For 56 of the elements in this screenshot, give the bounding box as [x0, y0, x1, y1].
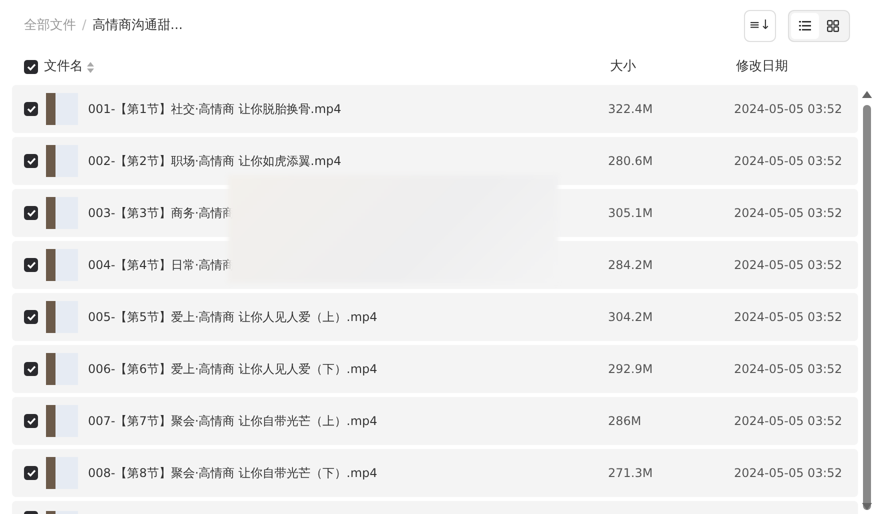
- video-thumbnail: [46, 353, 78, 385]
- modified-date: 2024-05-05 03:52: [734, 101, 842, 118]
- checkbox[interactable]: [24, 258, 38, 272]
- file-size: 292.9M: [608, 361, 654, 378]
- modified-date: 2024-05-05 03:52: [734, 309, 842, 326]
- checkbox[interactable]: [24, 60, 38, 74]
- checkbox[interactable]: [24, 154, 38, 168]
- file-row[interactable]: 002-【第2节】职场·高情商 让你如虎添翼.mp4 280.6M 2024-05-05 03:52: [12, 137, 858, 185]
- file-row[interactable]: 001-【第1节】社交·高情商 让你脱胎换骨.mp4 322.4M 2024-05-05 03:52: [12, 85, 858, 133]
- modified-date: 2024-05-05 03:52: [734, 153, 842, 170]
- checkbox[interactable]: [24, 466, 38, 480]
- file-row[interactable]: 008-【第8节】聚会·高情商 让你自带光芒（下）.mp4 271.3M 2024-05-05 03:52: [12, 449, 858, 497]
- scroll-down-icon[interactable]: [862, 503, 872, 510]
- file-size: 284.2M: [608, 257, 654, 274]
- file-size: 305.1M: [608, 205, 654, 222]
- file-name: 002-【第2节】职场·高情商 让你如虎添翼.mp4: [88, 153, 342, 170]
- video-thumbnail: [46, 93, 78, 125]
- file-row[interactable]: 007-【第7节】聚会·高情商 让你自带光芒（上）.mp4 286M 2024-05-05 03:52: [12, 397, 858, 445]
- video-thumbnail: [46, 197, 78, 229]
- file-size: 322.4M: [608, 101, 654, 118]
- modified-date: 2024-05-05 03:52: [734, 205, 842, 222]
- modified-date: 2024-05-05 03:52: [734, 413, 842, 430]
- video-thumbnail: [46, 405, 78, 437]
- file-name: 008-【第8节】聚会·高情商 让你自带光芒（下）.mp4: [88, 465, 378, 482]
- video-thumbnail: [46, 249, 78, 281]
- file-name: 001-【第1节】社交·高情商 让你脱胎换骨.mp4: [88, 101, 342, 118]
- file-row[interactable]: 006-【第6节】爱上·高情商 让你人见人爱（下）.mp4 292.9M 2024-05-05 03:52: [12, 345, 858, 393]
- file-size: 304.2M: [608, 309, 654, 326]
- column-header[interactable]: 大小: [610, 57, 736, 77]
- checkbox[interactable]: [24, 310, 38, 324]
- file-row[interactable]: 005-【第5节】爱上·高情商 让你人见人爱（上）.mp4 304.2M 2024-05-05 03:52: [12, 293, 858, 341]
- modified-date: 2024-05-05 03:52: [734, 257, 842, 274]
- sort-button[interactable]: ≡↓: [744, 10, 776, 42]
- list-icon: [799, 21, 811, 31]
- checkbox[interactable]: [24, 102, 38, 116]
- checkbox[interactable]: [24, 414, 38, 428]
- file-size: 280.6M: [608, 153, 654, 170]
- column-header[interactable]: 文件名: [44, 57, 83, 77]
- column-header[interactable]: 修改日期: [736, 57, 788, 77]
- scroll-up-icon[interactable]: [862, 91, 872, 98]
- file-name: 005-【第5节】爱上·高情商 让你人见人爱（上）.mp4: [88, 309, 378, 326]
- checkbox[interactable]: [24, 362, 38, 376]
- file-name: 007-【第7节】聚会·高情商 让你自带光芒（上）.mp4: [88, 413, 378, 430]
- video-thumbnail: [46, 145, 78, 177]
- breadcrumb-current: 高情商沟通甜...: [92, 17, 183, 36]
- list-view-button[interactable]: [791, 13, 819, 39]
- modified-date: 2024-05-05 03:52: [734, 465, 842, 482]
- file-size: 271.3M: [608, 465, 654, 482]
- breadcrumb-separator: /: [82, 17, 86, 36]
- video-thumbnail: [46, 457, 78, 489]
- file-name: 006-【第6节】爱上·高情商 让你人见人爱（下）.mp4: [88, 361, 378, 378]
- modified-date: 2024-05-05 03:52: [734, 361, 842, 378]
- checkbox[interactable]: [24, 206, 38, 220]
- video-thumbnail: [46, 301, 78, 333]
- grid-icon: [827, 20, 839, 32]
- file-size: 286M: [608, 413, 642, 430]
